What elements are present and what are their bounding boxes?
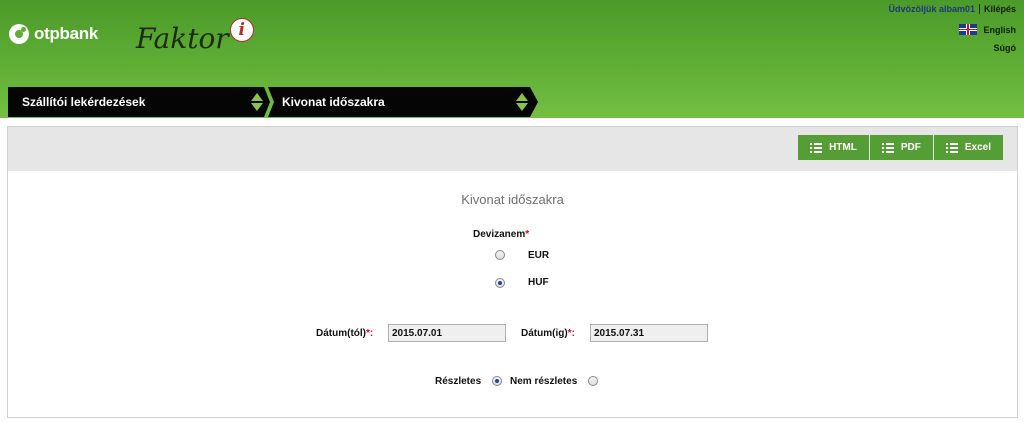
- radio-eur-label: EUR: [528, 250, 550, 261]
- radio-huf[interactable]: [495, 278, 505, 288]
- nav-item-label: Kivonat időszakra: [282, 95, 385, 109]
- uk-flag-icon: [959, 24, 978, 35]
- date-from-input[interactable]: [388, 324, 506, 342]
- export-toolbar: HTML PDF Excel: [8, 127, 1017, 171]
- list-icon: [881, 142, 894, 153]
- language-link[interactable]: English: [983, 25, 1016, 35]
- radio-detailed[interactable]: [492, 376, 502, 386]
- language-switch[interactable]: English: [888, 24, 1016, 35]
- content-panel: HTML PDF Excel Kivonat időszakra Devizan…: [7, 126, 1018, 418]
- help-link[interactable]: Súgó: [994, 43, 1017, 53]
- date-from-label: Dátum(tól)*:: [316, 328, 374, 339]
- not-detailed-label: Nem részletes: [510, 376, 578, 387]
- detailed-label: Részletes: [435, 376, 482, 387]
- export-excel-button[interactable]: Excel: [932, 135, 1003, 160]
- expand-arrows-icon[interactable]: [251, 93, 263, 112]
- export-pdf-label: PDF: [900, 142, 921, 153]
- date-to-input[interactable]: [590, 324, 708, 342]
- nav-item-period-statement[interactable]: Kivonat időszakra: [268, 87, 538, 117]
- export-html-button[interactable]: HTML: [798, 135, 869, 160]
- breadcrumb-nav: Szállítói lekérdezések Kivonat időszakra: [8, 87, 538, 117]
- currency-label: Devizanem*: [473, 229, 530, 240]
- info-badge-icon: i: [229, 18, 254, 42]
- otp-logo-icon: [9, 24, 29, 44]
- radio-not-detailed[interactable]: [588, 376, 598, 386]
- radio-eur[interactable]: [495, 250, 505, 260]
- nav-item-supplier-queries[interactable]: Szállítói lekérdezések: [8, 87, 270, 117]
- separator: [978, 4, 980, 14]
- list-icon: [945, 142, 958, 153]
- export-html-label: HTML: [829, 142, 857, 153]
- nav-item-label: Szállítói lekérdezések: [22, 95, 146, 109]
- app-name: Faktor: [136, 22, 229, 55]
- logout-link[interactable]: Kilépés: [984, 4, 1016, 14]
- brand-name: otpbank: [34, 24, 99, 43]
- radio-huf-label: HUF: [528, 277, 549, 288]
- export-button-group: HTML PDF Excel: [798, 135, 1003, 160]
- list-icon: [810, 142, 823, 153]
- welcome-user-link[interactable]: Üdvözöljük albam01: [888, 4, 975, 14]
- required-mark: *: [525, 229, 530, 240]
- otpbank-logo[interactable]: otpbank: [9, 24, 98, 44]
- user-area: Üdvözöljük albam01 Kilépés English Súgó: [888, 4, 1016, 53]
- export-excel-label: Excel: [964, 142, 991, 153]
- export-pdf-button[interactable]: PDF: [868, 135, 933, 160]
- faktor-logo: Faktor i: [136, 18, 254, 55]
- expand-arrows-icon[interactable]: [516, 93, 528, 112]
- form-title: Kivonat időszakra: [461, 192, 564, 207]
- date-to-label: Dátum(ig)*:: [521, 328, 575, 339]
